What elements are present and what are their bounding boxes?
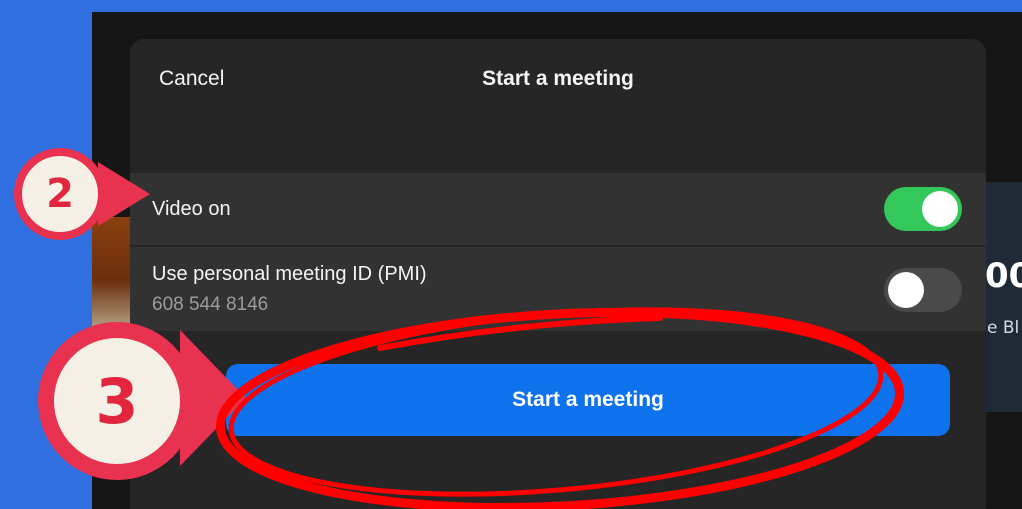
highlight-circle-icon [215,307,905,509]
step-3-badge: 3 [38,322,196,480]
step-2-badge: 2 [14,148,106,240]
